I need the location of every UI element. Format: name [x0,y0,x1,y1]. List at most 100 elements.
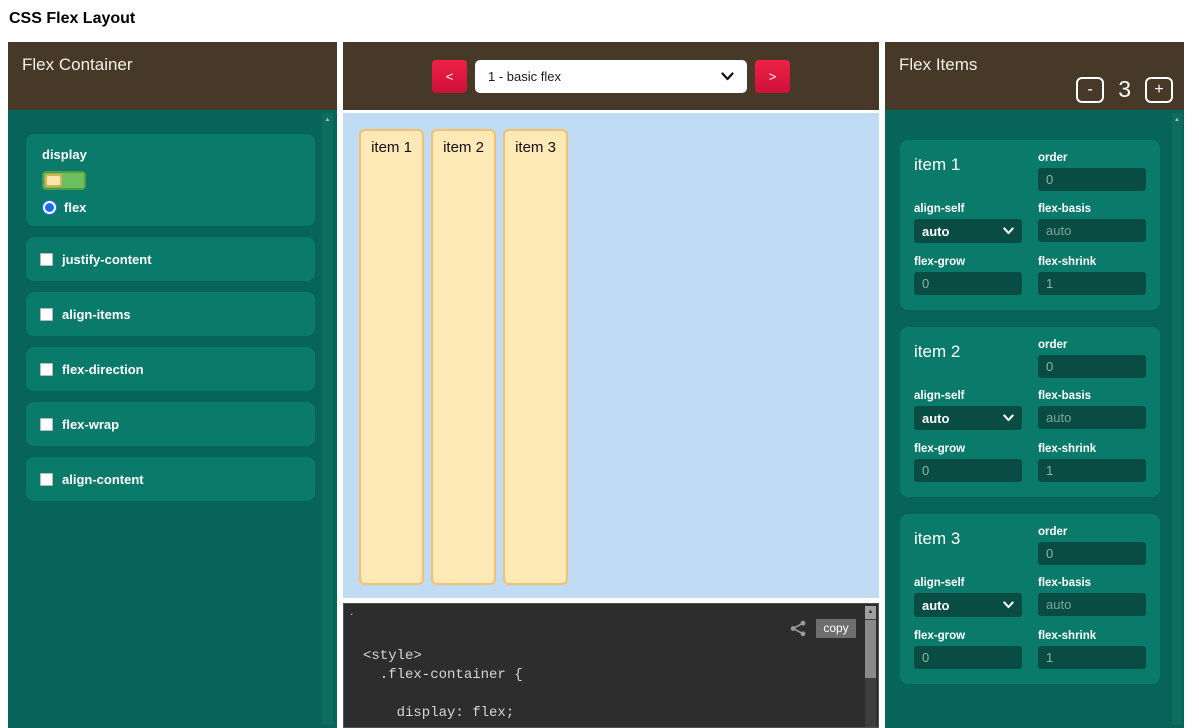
flex-items-title: Flex Items [899,55,977,75]
flex-basis-label: flex-basis [1038,390,1146,402]
flex-grow-input[interactable] [914,646,1022,669]
container-property-card[interactable]: flex-wrap [26,402,315,446]
flex-grow-field: flex-grow [914,256,1022,298]
property-label: align-content [62,472,144,487]
preview-panel: < 1 - basic flex > item 1item 2item 3 . … [343,42,879,728]
order-input[interactable] [1038,168,1146,191]
flex-items-body: item 1 order align-self auto flex-grow f… [885,110,1184,728]
flex-items-header: Flex Items - 3 + [885,42,1184,110]
flex-grow-label: flex-grow [914,443,1022,455]
align-self-field: align-self auto [914,203,1022,246]
flex-demo-item: item 2 [431,129,496,585]
flex-container-title: Flex Container [22,55,133,75]
align-self-value: auto [922,224,1003,239]
code-scrollbar[interactable]: ▲ [865,606,876,727]
flex-shrink-label: flex-shrink [1038,443,1146,455]
align-self-select[interactable]: auto [914,219,1022,243]
flex-grow-label: flex-grow [914,256,1022,268]
order-label: order [1038,152,1146,164]
property-label: flex-direction [62,362,144,377]
main-columns: Flex Container display flex justify-cont… [8,42,1184,728]
container-property-card[interactable]: align-content [26,457,315,501]
flex-basis-input[interactable] [1038,593,1146,616]
display-card: display flex [26,134,315,226]
flex-shrink-input[interactable] [1038,459,1146,482]
property-label: flex-wrap [62,417,119,432]
flex-items-panel: Flex Items - 3 + item 1 order align-self… [885,42,1184,728]
align-self-select[interactable]: auto [914,406,1022,430]
page-title: CSS Flex Layout [9,10,135,28]
flex-grow-input[interactable] [914,272,1022,295]
flex-shrink-field: flex-shrink [1038,256,1146,298]
property-checkbox[interactable] [40,253,53,266]
flex-container-header: Flex Container [8,42,337,110]
display-toggle[interactable] [42,171,86,190]
flex-shrink-input[interactable] [1038,272,1146,295]
code-scroll-up-icon[interactable]: ▲ [865,606,876,619]
container-property-list: justify-content align-items flex-directi… [8,237,337,501]
property-checkbox[interactable] [40,308,53,321]
order-field: order [1038,526,1146,568]
property-label: align-items [62,307,131,322]
item-card-title: item 3 [914,526,1022,568]
align-self-label: align-self [914,577,1022,589]
code-corner-dot: . [350,604,353,618]
order-input[interactable] [1038,542,1146,565]
flex-container-panel: Flex Container display flex justify-cont… [8,42,337,728]
align-self-label: align-self [914,203,1022,215]
preset-select-value: 1 - basic flex [488,69,721,84]
prev-preset-button[interactable]: < [432,60,467,93]
chevron-down-icon [1003,414,1014,422]
flex-basis-field: flex-basis [1038,390,1146,433]
flex-demo-item: item 3 [503,129,568,585]
flex-container-body: display flex justify-content align-items… [8,110,337,728]
copy-button[interactable]: copy [816,619,856,638]
align-self-field: align-self auto [914,390,1022,433]
share-icon[interactable] [790,620,807,637]
flex-basis-label: flex-basis [1038,577,1146,589]
property-checkbox[interactable] [40,418,53,431]
display-flex-radio-label: flex [64,200,86,215]
item-cards-list: item 1 order align-self auto flex-grow f… [885,140,1184,684]
container-property-card[interactable]: justify-content [26,237,315,281]
order-input[interactable] [1038,355,1146,378]
flex-grow-input[interactable] [914,459,1022,482]
align-self-select[interactable]: auto [914,593,1022,617]
align-self-value: auto [922,411,1003,426]
flex-preview-area: item 1item 2item 3 [343,113,879,598]
flex-shrink-label: flex-shrink [1038,630,1146,642]
add-item-button[interactable]: + [1145,77,1173,103]
flex-basis-input[interactable] [1038,406,1146,429]
flex-shrink-input[interactable] [1038,646,1146,669]
right-panel-scrollbar[interactable]: ▲ [1172,113,1182,725]
flex-basis-input[interactable] [1038,219,1146,242]
property-label: justify-content [62,252,152,267]
property-checkbox[interactable] [40,473,53,486]
toggle-knob-icon [45,174,62,187]
display-label: display [42,147,315,162]
flex-grow-field: flex-grow [914,443,1022,485]
remove-item-button[interactable]: - [1076,77,1104,103]
code-toolbar: copy [790,619,856,638]
order-label: order [1038,526,1146,538]
next-preset-button[interactable]: > [755,60,790,93]
flex-demo-item: item 1 [359,129,424,585]
flex-grow-label: flex-grow [914,630,1022,642]
scroll-up-icon[interactable]: ▲ [322,113,333,124]
left-panel-scrollbar[interactable]: ▲ [322,113,333,725]
container-property-card[interactable]: flex-direction [26,347,315,391]
preset-select[interactable]: 1 - basic flex [475,60,747,93]
scroll-up-icon[interactable]: ▲ [1172,113,1182,124]
item-count: 3 [1118,76,1131,103]
property-checkbox[interactable] [40,363,53,376]
order-field: order [1038,339,1146,381]
display-flex-radio[interactable] [42,200,57,215]
flex-shrink-label: flex-shrink [1038,256,1146,268]
container-property-card[interactable]: align-items [26,292,315,336]
align-self-value: auto [922,598,1003,613]
flex-basis-label: flex-basis [1038,203,1146,215]
flex-basis-field: flex-basis [1038,577,1146,620]
code-scroll-thumb[interactable] [865,620,876,678]
chevron-down-icon [1003,227,1014,235]
order-field: order [1038,152,1146,194]
